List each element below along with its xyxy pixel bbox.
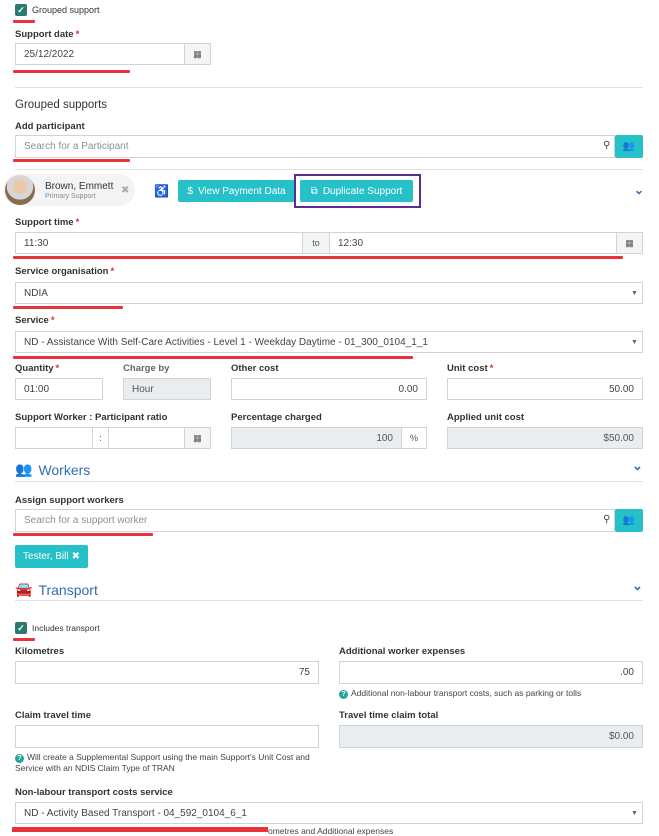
grouped-supports-heading: Grouped supports	[15, 99, 108, 111]
divider	[15, 87, 643, 88]
ratio-separator: :	[92, 427, 109, 449]
transport-heading: 🚘 Transport	[15, 581, 98, 598]
users-icon: 👥	[622, 515, 636, 526]
participant-role: Primary Support	[45, 193, 96, 200]
search-icon: ⚲	[603, 140, 611, 151]
divider	[15, 600, 643, 601]
red-underline	[13, 533, 153, 536]
workers-heading: 👥 Workers	[15, 461, 91, 478]
red-underline	[13, 638, 35, 641]
quantity-input[interactable]: 01:00	[15, 378, 103, 400]
participant-name: Brown, Emmett	[45, 181, 114, 192]
nonlabour-select[interactable]: ND - Activity Based Transport - 04_592_0…	[15, 802, 643, 824]
view-payment-button[interactable]: $ View Payment Data	[178, 180, 295, 202]
travel-total-field: $0.00	[339, 725, 643, 748]
grouped-support-label: Grouped support	[32, 5, 100, 15]
applied-unit-cost-label: Applied unit cost	[447, 412, 525, 423]
claim-help-text: ? Will create a Supplemental Support usin…	[15, 752, 310, 773]
help-icon: ?	[339, 690, 348, 699]
divider	[15, 481, 643, 482]
support-date-label: Support date *	[15, 29, 80, 40]
assign-workers-label: Assign support workers	[15, 495, 124, 506]
kilometres-input[interactable]: 75	[15, 661, 319, 684]
charge-by-field: Hour	[123, 378, 211, 400]
red-underline	[12, 827, 268, 832]
red-underline	[13, 356, 413, 359]
includes-transport-label: Includes transport	[32, 623, 100, 633]
additional-expenses-input[interactable]: .00	[339, 661, 643, 684]
caret-down-icon: ▼	[631, 810, 638, 817]
chevron-down-icon[interactable]: ⌄	[632, 578, 643, 594]
participant-search-input[interactable]: Search for a Participant	[15, 135, 615, 158]
red-underline	[13, 306, 123, 309]
support-time-label: Support time *	[15, 217, 80, 228]
service-select[interactable]: ND - Assistance With Self-Care Activitie…	[15, 331, 643, 353]
remove-icon[interactable]: ✖	[72, 551, 80, 562]
search-icon: ⚲	[603, 514, 611, 525]
additional-help-text: ? Additional non-labour transport costs, …	[339, 688, 581, 699]
caret-down-icon: ▼	[631, 290, 638, 297]
applied-unit-cost-field: $50.00	[447, 427, 643, 449]
calculator-icon[interactable]: ▦	[616, 232, 643, 254]
dollar-icon: $	[187, 185, 193, 197]
unit-cost-input[interactable]: 50.00	[447, 378, 643, 400]
calculator-icon[interactable]: ▦	[184, 427, 211, 449]
quantity-label: Quantity *	[15, 363, 60, 374]
support-date-input[interactable]: 25/12/2022	[15, 43, 185, 65]
users-icon: 👥	[622, 141, 636, 152]
percent-addon: %	[401, 427, 427, 449]
duplicate-support-button[interactable]: ⧉ Duplicate Support	[300, 180, 413, 202]
divider	[15, 169, 643, 170]
copy-icon: ⧉	[310, 185, 318, 197]
wheelchair-icon: ♿	[154, 184, 169, 198]
red-underline	[13, 159, 130, 162]
worker-search-input[interactable]: Search for a support worker	[15, 509, 615, 532]
includes-transport-checkbox[interactable]: ✓	[15, 622, 27, 634]
grouped-support-checkbox[interactable]: ✓	[15, 4, 27, 16]
participant-ratio-input[interactable]	[108, 427, 185, 449]
travel-total-label: Travel time claim total	[339, 710, 439, 721]
ratio-label: Support Worker : Participant ratio	[15, 412, 168, 423]
unit-cost-label: Unit cost *	[447, 363, 494, 374]
red-underline	[13, 20, 35, 23]
service-label: Service *	[15, 315, 55, 326]
add-participant-label: Add participant	[15, 121, 85, 132]
add-worker-button[interactable]: 👥	[615, 509, 643, 532]
add-group-button[interactable]: 👥	[615, 135, 643, 158]
red-underline	[13, 70, 130, 73]
chevron-down-icon[interactable]: ⌄	[634, 183, 644, 197]
calendar-icon[interactable]: ▦	[184, 43, 211, 65]
service-org-select[interactable]: NDIA	[15, 282, 643, 304]
end-time-input[interactable]: 12:30	[329, 232, 617, 254]
users-icon: 👥	[15, 461, 33, 477]
help-icon: ?	[15, 754, 24, 763]
other-cost-label: Other cost	[231, 363, 279, 374]
other-cost-input[interactable]: 0.00	[231, 378, 427, 400]
avatar	[5, 175, 35, 205]
worker-ratio-input[interactable]	[15, 427, 93, 449]
start-time-input[interactable]: 11:30	[15, 232, 303, 254]
time-separator: to	[302, 232, 330, 254]
kilometres-label: Kilometres	[15, 646, 65, 657]
remove-participant-icon[interactable]: ✖	[121, 185, 129, 196]
percentage-label: Percentage charged	[231, 412, 322, 423]
caret-down-icon: ▼	[631, 339, 638, 346]
percentage-field: 100	[231, 427, 402, 449]
claim-travel-input[interactable]	[15, 725, 319, 748]
car-icon: 🚘	[15, 581, 33, 597]
service-org-label: Service organisation *	[15, 266, 115, 277]
worker-tag[interactable]: Tester, Bill ✖	[15, 545, 88, 568]
truncated-help-text: ometres and Additional expenses	[268, 826, 394, 836]
claim-travel-label: Claim travel time	[15, 710, 92, 721]
charge-by-label: Charge by	[123, 363, 170, 374]
additional-expenses-label: Additional worker expenses	[339, 646, 466, 657]
red-underline	[13, 256, 623, 259]
nonlabour-label: Non-labour transport costs service	[15, 787, 173, 798]
chevron-down-icon[interactable]: ⌄	[632, 458, 643, 474]
